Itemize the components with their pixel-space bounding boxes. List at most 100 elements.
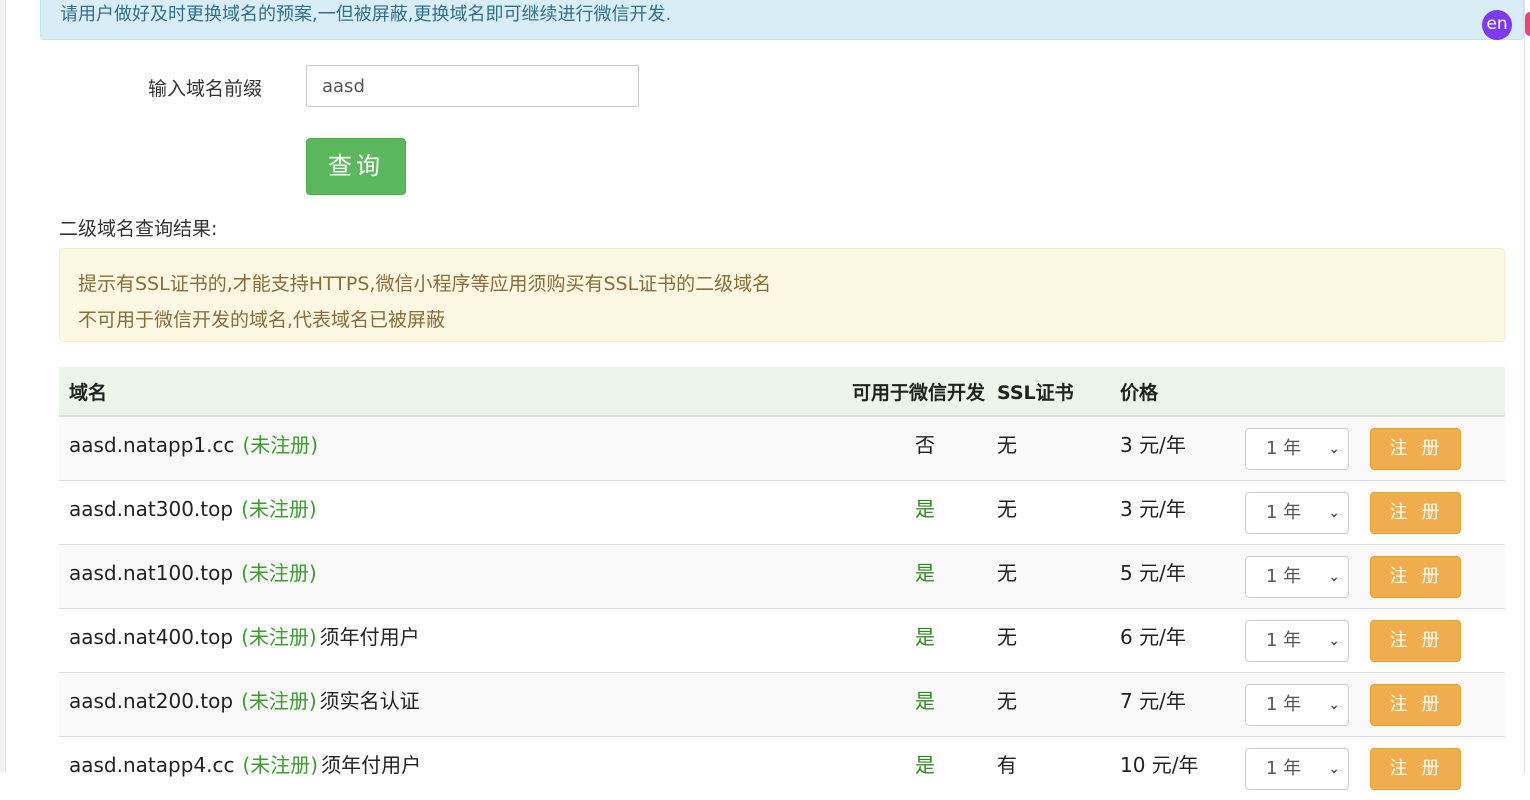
term-select[interactable]: 1 年 ⌄ [1245, 619, 1349, 662]
term-cell: 1 年 ⌄ [1245, 479, 1370, 544]
requirement-note: 须实名认证 [319, 688, 420, 713]
chevron-down-icon: ⌄ [1328, 760, 1340, 777]
action-cell: 注册 [1370, 607, 1505, 672]
header-domain: 域名 [59, 367, 840, 417]
wechat-availability: 否 [915, 433, 935, 457]
domain-prefix-label: 输入域名前缀 [148, 78, 263, 100]
table-row: aasd.nat100.top (未注册) 是 无 5 元/年 1 年 ⌄ 注册 [59, 543, 1505, 608]
header-term [1245, 367, 1370, 417]
chevron-down-icon: ⌄ [1328, 632, 1340, 649]
domain-name: aasd.natapp1.cc [69, 433, 235, 457]
action-cell: 注册 [1370, 479, 1505, 544]
requirement-note: 须年付用户 [319, 624, 420, 649]
register-button[interactable]: 注册 [1370, 747, 1461, 790]
table-row: aasd.nat200.top (未注册) 须实名认证 是 无 7 元/年 1 年 ⌄ 注册 [59, 671, 1505, 736]
price-cell: 10 元/年 [1120, 735, 1245, 800]
table-row: aasd.natapp1.cc (未注册) 否 无 3 元/年 1 年 ⌄ 注册 [59, 415, 1505, 480]
wechat-availability: 是 [915, 624, 935, 649]
table-row: aasd.nat300.top (未注册) 是 无 3 元/年 1 年 ⌄ 注册 [59, 479, 1505, 544]
domain-prefix-input[interactable] [306, 65, 639, 107]
term-cell: 1 年 ⌄ [1245, 415, 1370, 480]
wechat-availability: 是 [915, 496, 935, 521]
term-select[interactable]: 1 年 ⌄ [1245, 683, 1349, 726]
price-cell: 3 元/年 [1120, 479, 1245, 544]
query-button[interactable]: 查询 [306, 138, 406, 195]
register-button[interactable]: 注册 [1370, 619, 1461, 662]
register-button[interactable]: 注册 [1370, 683, 1461, 726]
domain-cell: aasd.natapp1.cc (未注册) [59, 415, 840, 480]
wechat-cell: 是 [840, 607, 995, 672]
ssl-cell: 无 [995, 543, 1120, 608]
header-price: 价格 [1120, 367, 1245, 417]
wechat-availability: 是 [915, 688, 935, 713]
term-cell: 1 年 ⌄ [1245, 735, 1370, 800]
term-cell: 1 年 ⌄ [1245, 543, 1370, 608]
domain-name: aasd.nat200.top [69, 688, 234, 713]
status-unregistered: (未注册) [242, 752, 319, 777]
ssl-cell: 无 [995, 415, 1120, 480]
term-value: 1 年 [1266, 629, 1302, 651]
term-value: 1 年 [1266, 757, 1302, 779]
chevron-down-icon: ⌄ [1328, 441, 1340, 457]
wechat-cell: 是 [840, 735, 995, 800]
table-header-row: 域名 可用于微信开发 SSL证书 价格 [59, 367, 1505, 417]
tips-alert: 提示有SSL证书的,才能支持HTTPS,微信小程序等应用须购买有SSL证书的二级… [59, 248, 1505, 342]
price-cell: 5 元/年 [1120, 543, 1245, 608]
wechat-availability: 是 [915, 560, 935, 585]
price-cell: 7 元/年 [1120, 671, 1245, 736]
status-unregistered: (未注册) [241, 496, 317, 521]
edge-indicator [1525, 12, 1530, 36]
price-cell: 3 元/年 [1120, 415, 1245, 480]
term-value: 1 年 [1266, 501, 1302, 523]
ssl-cell: 有 [995, 735, 1120, 800]
wechat-cell: 是 [840, 479, 995, 544]
action-cell: 注册 [1370, 415, 1505, 480]
ssl-cell: 无 [995, 607, 1120, 672]
wechat-cell: 是 [840, 543, 995, 608]
term-value: 1 年 [1266, 565, 1302, 587]
domain-cell: aasd.nat200.top (未注册) 须实名认证 [59, 671, 840, 736]
language-badge[interactable]: en [1482, 10, 1512, 40]
domain-cell: aasd.nat100.top (未注册) [59, 543, 840, 608]
term-value: 1 年 [1266, 693, 1302, 715]
header-action [1370, 367, 1505, 417]
ssl-cell: 无 [995, 479, 1120, 544]
ssl-cell: 无 [995, 671, 1120, 736]
register-button[interactable]: 注册 [1370, 555, 1461, 598]
term-select[interactable]: 1 年 ⌄ [1245, 491, 1349, 534]
results-title: 二级域名查询结果: [59, 218, 218, 240]
domain-name: aasd.nat400.top [69, 624, 234, 649]
status-unregistered: (未注册) [242, 433, 319, 457]
requirement-note: 须年付用户 [321, 752, 422, 777]
action-cell: 注册 [1370, 543, 1505, 608]
register-button[interactable]: 注册 [1370, 491, 1461, 534]
term-select[interactable]: 1 年 ⌄ [1245, 428, 1349, 470]
register-button[interactable]: 注册 [1370, 428, 1461, 470]
domain-cell: aasd.nat400.top (未注册) 须年付用户 [59, 607, 840, 672]
term-value: 1 年 [1266, 438, 1302, 459]
notice-text: 请用户做好及时更换域名的预案,一但被屏蔽,更换域名即可继续进行微信开发. [60, 4, 672, 25]
action-cell: 注册 [1370, 735, 1505, 800]
table-row: aasd.nat400.top (未注册) 须年付用户 是 无 6 元/年 1 年 ⌄ 注册 [59, 607, 1505, 672]
notice-alert: 请用户做好及时更换域名的预案,一但被屏蔽,更换域名即可继续进行微信开发. [40, 0, 1524, 40]
domain-cell: aasd.nat300.top (未注册) [59, 479, 840, 544]
wechat-availability: 是 [915, 752, 935, 777]
term-select[interactable]: 1 年 ⌄ [1245, 747, 1349, 790]
tip-blocked: 不可用于微信开发的域名,代表域名已被屏蔽 [78, 309, 446, 331]
term-cell: 1 年 ⌄ [1245, 607, 1370, 672]
wechat-cell: 是 [840, 671, 995, 736]
chevron-down-icon: ⌄ [1328, 568, 1340, 585]
header-ssl: SSL证书 [995, 367, 1120, 417]
domain-name: aasd.natapp4.cc [69, 752, 235, 777]
price-cell: 6 元/年 [1120, 607, 1245, 672]
status-unregistered: (未注册) [241, 688, 317, 713]
table-row: aasd.natapp4.cc (未注册) 须年付用户 是 有 10 元/年 1 年 ⌄ 注册 [59, 735, 1505, 800]
term-cell: 1 年 ⌄ [1245, 671, 1370, 736]
term-select[interactable]: 1 年 ⌄ [1245, 555, 1349, 598]
chevron-down-icon: ⌄ [1328, 504, 1340, 521]
status-unregistered: (未注册) [241, 624, 317, 649]
header-wechat: 可用于微信开发 [840, 367, 995, 417]
action-cell: 注册 [1370, 671, 1505, 736]
domain-cell: aasd.natapp4.cc (未注册) 须年付用户 [59, 735, 840, 800]
status-unregistered: (未注册) [241, 560, 317, 585]
